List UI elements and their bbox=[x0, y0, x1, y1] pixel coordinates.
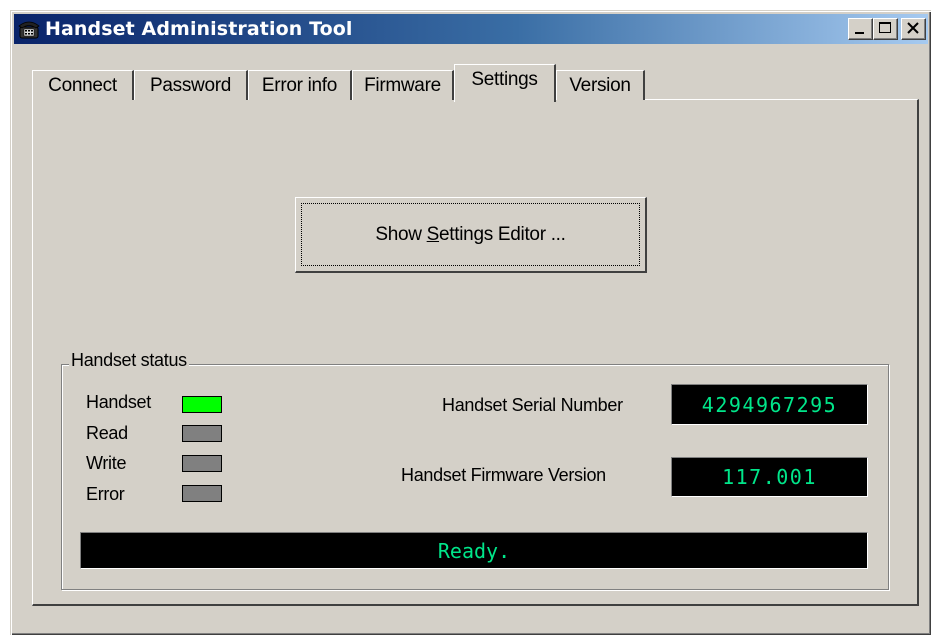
window-controls bbox=[848, 18, 926, 40]
minimize-icon bbox=[855, 32, 864, 34]
close-icon bbox=[907, 22, 919, 34]
minimize-button[interactable] bbox=[848, 18, 873, 40]
tab-label: Settings bbox=[471, 68, 538, 90]
tab-label: Firmware bbox=[364, 74, 441, 96]
tab-password[interactable]: Password bbox=[134, 70, 248, 100]
indicator-label-error: Error bbox=[86, 484, 125, 504]
indicator-label-read: Read bbox=[86, 423, 128, 443]
status-message-bar: Ready. bbox=[80, 532, 868, 569]
tab-settings[interactable]: Settings bbox=[454, 64, 556, 102]
indicator-label-write: Write bbox=[86, 453, 127, 473]
title-bar[interactable]: Handset Administration Tool bbox=[14, 14, 928, 44]
tab-error-info[interactable]: Error info bbox=[248, 70, 352, 100]
tab-firmware[interactable]: Firmware bbox=[352, 70, 454, 100]
phone-icon[interactable] bbox=[18, 18, 40, 40]
error-led bbox=[182, 485, 222, 502]
tab-version[interactable]: Version bbox=[556, 70, 645, 100]
tab-label: Connect bbox=[48, 74, 117, 96]
group-title: Handset status bbox=[69, 350, 189, 371]
firmware-version-display: 117.001 bbox=[671, 457, 868, 497]
maximize-icon bbox=[879, 22, 891, 33]
firmware-version-label: Handset Firmware Version bbox=[401, 465, 606, 485]
read-led bbox=[182, 425, 222, 442]
show-settings-editor-button[interactable]: Show Settings Editor ... bbox=[295, 197, 647, 273]
serial-number-label: Handset Serial Number bbox=[442, 395, 623, 415]
tab-label: Error info bbox=[261, 74, 338, 96]
focus-rectangle bbox=[301, 203, 640, 266]
maximize-button[interactable] bbox=[873, 18, 898, 40]
write-led bbox=[182, 455, 222, 472]
handset-led bbox=[182, 396, 222, 413]
tab-connect[interactable]: Connect bbox=[32, 70, 134, 100]
indicator-label-handset: Handset bbox=[86, 392, 151, 412]
tab-label: Password bbox=[149, 74, 232, 96]
serial-number-display: 4294967295 bbox=[671, 384, 868, 425]
close-button[interactable] bbox=[901, 18, 926, 40]
tab-label: Version bbox=[569, 74, 631, 96]
window-title: Handset Administration Tool bbox=[45, 18, 353, 40]
